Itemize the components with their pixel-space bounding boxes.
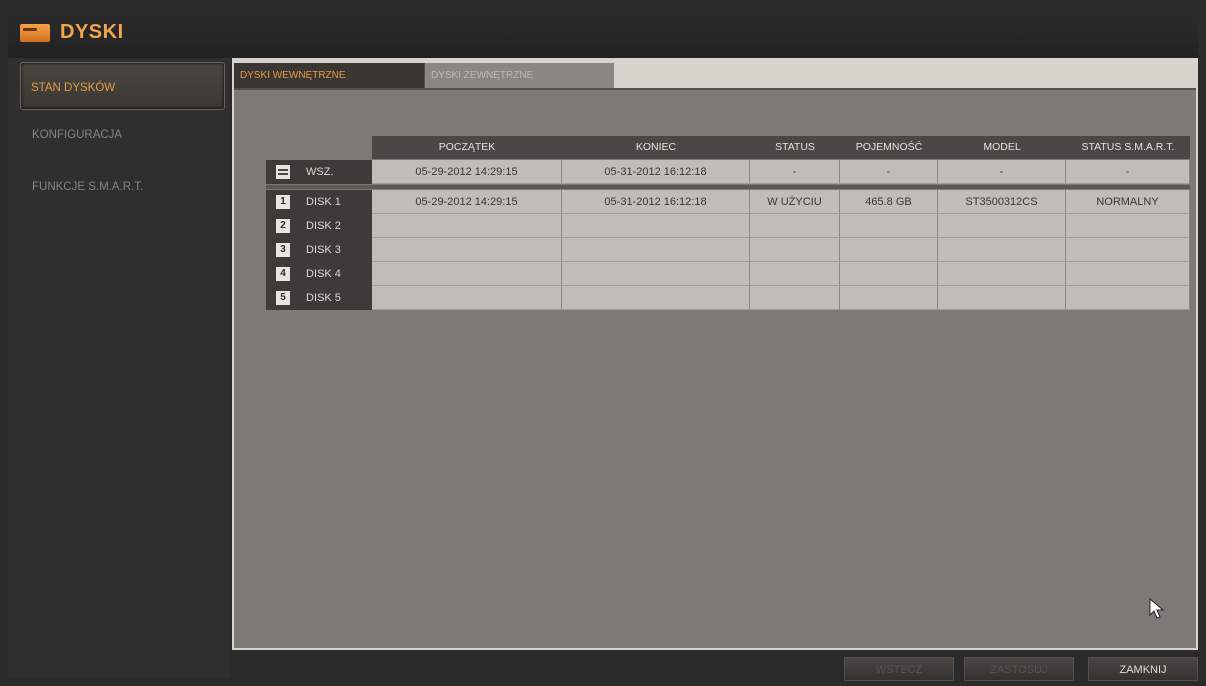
table-cell — [372, 214, 562, 238]
row-label-text: DISK 5 — [306, 292, 341, 304]
tab-bar: DYSKI WEWNĘTRZNE DYSKI ZEWNĘTRZNE — [234, 60, 1196, 90]
table-cell — [372, 262, 562, 286]
table-cell — [562, 238, 750, 262]
table-cell — [750, 238, 840, 262]
row-label-disk[interactable]: 2 DISK 2 — [266, 214, 372, 238]
table-cell — [1066, 286, 1190, 310]
table-cell — [750, 286, 840, 310]
table-cell: 05-31-2012 16:12:18 — [562, 190, 750, 214]
column-header-start: POCZĄTEK — [372, 136, 563, 159]
column-header-capacity: POJEMNOŚĆ — [840, 136, 939, 159]
table-cell: - — [1066, 160, 1190, 184]
row-label-disk[interactable]: 5 DISK 5 — [266, 286, 372, 310]
row-label-disk[interactable]: 3 DISK 3 — [266, 238, 372, 262]
table-cell — [938, 286, 1066, 310]
table-cell: - — [750, 160, 840, 184]
page-title: DYSKI — [60, 21, 124, 43]
table-cell: - — [938, 160, 1066, 184]
table-cell — [1066, 238, 1190, 262]
table-separator — [266, 185, 1190, 189]
row-label-disk[interactable]: 1 DISK 1 — [266, 190, 372, 214]
column-header-end: KONIEC — [562, 136, 751, 159]
row-label-text: WSZ. — [306, 166, 334, 178]
table-cell — [562, 262, 750, 286]
column-header-smart-status: STATUS S.M.A.R.T. — [1066, 136, 1190, 159]
table-cell: ST3500312CS — [938, 190, 1066, 214]
table-cell: - — [840, 160, 938, 184]
disk-number-badge: 4 — [276, 267, 290, 281]
table-cell: 05-29-2012 14:29:15 — [372, 190, 562, 214]
sidebar-item-configuration[interactable]: KONFIGURACJA — [22, 110, 227, 160]
apply-button[interactable]: ZASTOSUJ — [964, 657, 1074, 681]
table-cell: 05-31-2012 16:12:18 — [562, 160, 750, 184]
disk-number-badge: 5 — [276, 291, 290, 305]
disk-number-badge: 3 — [276, 243, 290, 257]
tab-external-disks[interactable]: DYSKI ZEWNĘTRZNE — [424, 63, 614, 88]
row-label-text: DISK 2 — [306, 220, 341, 232]
table-cell — [840, 286, 938, 310]
table-cell — [372, 238, 562, 262]
back-button[interactable]: WSTECZ — [844, 657, 954, 681]
close-button[interactable]: ZAMKNIJ — [1088, 657, 1198, 681]
column-header-model: MODEL — [938, 136, 1067, 159]
sidebar-item-smart-functions[interactable]: FUNKCJE S.M.A.R.T. — [22, 162, 227, 212]
table-cell — [938, 262, 1066, 286]
row-label-disk[interactable]: 4 DISK 4 — [266, 262, 372, 286]
sidebar: STAN DYSKÓW KONFIGURACJA FUNKCJE S.M.A.R… — [8, 58, 230, 678]
column-header-status: STATUS — [750, 136, 841, 159]
table-cell — [840, 238, 938, 262]
row-label-text: DISK 1 — [306, 196, 341, 208]
table-cell — [938, 238, 1066, 262]
table-cell — [750, 214, 840, 238]
table-cell — [1066, 214, 1190, 238]
main-panel: DYSKI WEWNĘTRZNE DYSKI ZEWNĘTRZNE POCZĄT… — [232, 58, 1198, 650]
disk-number-badge: 1 — [276, 195, 290, 209]
table-cell — [938, 214, 1066, 238]
table-cell — [840, 214, 938, 238]
table-cell — [1066, 262, 1190, 286]
tab-internal-disks[interactable]: DYSKI WEWNĘTRZNE — [234, 63, 424, 88]
row-label-text: DISK 3 — [306, 244, 341, 256]
table-cell — [750, 262, 840, 286]
table-cell: NORMALNY — [1066, 190, 1190, 214]
hard-disk-icon — [20, 24, 50, 42]
table-cell: W UŻYCIU — [750, 190, 840, 214]
table-cell — [840, 262, 938, 286]
table-cell: 05-29-2012 14:29:15 — [372, 160, 562, 184]
title-bar: DYSKI — [8, 10, 1198, 58]
table-cell — [562, 286, 750, 310]
mouse-cursor-icon — [1149, 598, 1165, 619]
table-cell — [562, 214, 750, 238]
table-cell: 465.8 GB — [840, 190, 938, 214]
row-label-text: DISK 4 — [306, 268, 341, 280]
sidebar-item-disk-status[interactable]: STAN DYSKÓW — [20, 62, 225, 110]
list-icon — [276, 165, 290, 179]
row-label-all[interactable]: WSZ. — [266, 160, 372, 184]
disk-number-badge: 2 — [276, 219, 290, 233]
dvr-screen: DYSKI STAN DYSKÓW KONFIGURACJA FUNKCJE S… — [0, 0, 1206, 686]
table-cell — [372, 286, 562, 310]
